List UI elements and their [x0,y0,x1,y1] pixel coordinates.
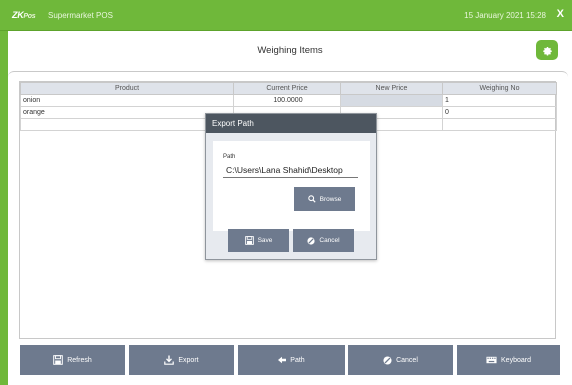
cancel-button[interactable]: Cancel [348,345,453,375]
save-label: Save [257,237,273,244]
download-icon [164,355,175,365]
keyboard-button[interactable]: Keyboard [457,345,560,375]
path-input[interactable] [223,163,358,178]
arrow-left-icon [278,356,287,364]
left-edge-bar [0,31,8,385]
settings-button[interactable] [536,40,558,60]
export-button[interactable]: Export [129,345,234,375]
save-icon [244,236,254,245]
path-label: Path [290,356,305,364]
app-logo: ZKPos [12,10,36,20]
dialog-content-panel: Path Browse [213,141,370,231]
table-row[interactable]: onion 100.0000 1 [20,94,557,107]
page-header: Weighing Items [8,31,572,71]
cell-current-price[interactable]: 100.0000 [233,94,341,107]
column-header-new-price[interactable]: New Price [340,82,443,95]
search-icon [307,195,316,203]
column-header-weighing-no[interactable]: Weighing No [442,82,557,95]
cell-product[interactable]: onion [20,94,234,107]
path-label: Path [223,154,236,160]
dialog-title: Export Path [206,114,376,133]
cancel-icon [307,236,315,245]
empty-cell [20,118,234,131]
dialog-save-button[interactable]: Save [228,229,289,252]
title-bar: ZKPos Supermarket POS 15 January 2021 15… [0,0,572,31]
logo-zk: ZK [12,10,24,20]
app-name: Supermarket POS [48,11,113,20]
browse-button[interactable]: Browse [294,187,355,211]
gear-icon [541,44,553,56]
column-header-product[interactable]: Product [20,82,234,95]
refresh-button[interactable]: Refresh [20,345,125,375]
cell-product[interactable]: orange [20,106,234,119]
empty-cell [442,118,557,131]
page-title: Weighing Items [257,45,323,56]
table-header-row: Product Current Price New Price Weighing… [20,82,557,95]
path-button[interactable]: Path [238,345,345,375]
save-icon [53,355,64,365]
logo-pos: Pos [23,13,36,20]
cancel-icon [383,355,392,365]
cell-new-price[interactable] [340,94,443,107]
browse-label: Browse [319,195,342,203]
close-button[interactable]: X [557,8,564,20]
keyboard-icon [486,356,497,364]
cell-weighing-no[interactable]: 1 [442,94,557,107]
export-label: Export [178,356,199,364]
keyboard-label: Keyboard [501,356,531,364]
date-time: 15 January 2021 15:28 [464,11,546,20]
column-header-current-price[interactable]: Current Price [233,82,341,95]
cancel-label: Cancel [319,237,340,244]
refresh-label: Refresh [67,356,92,364]
dialog-cancel-button[interactable]: Cancel [293,229,354,252]
header-divider [8,71,568,77]
cell-weighing-no[interactable]: 0 [442,106,557,119]
cancel-label: Cancel [396,356,418,364]
export-path-dialog: Export Path Path Browse Save [205,113,377,260]
